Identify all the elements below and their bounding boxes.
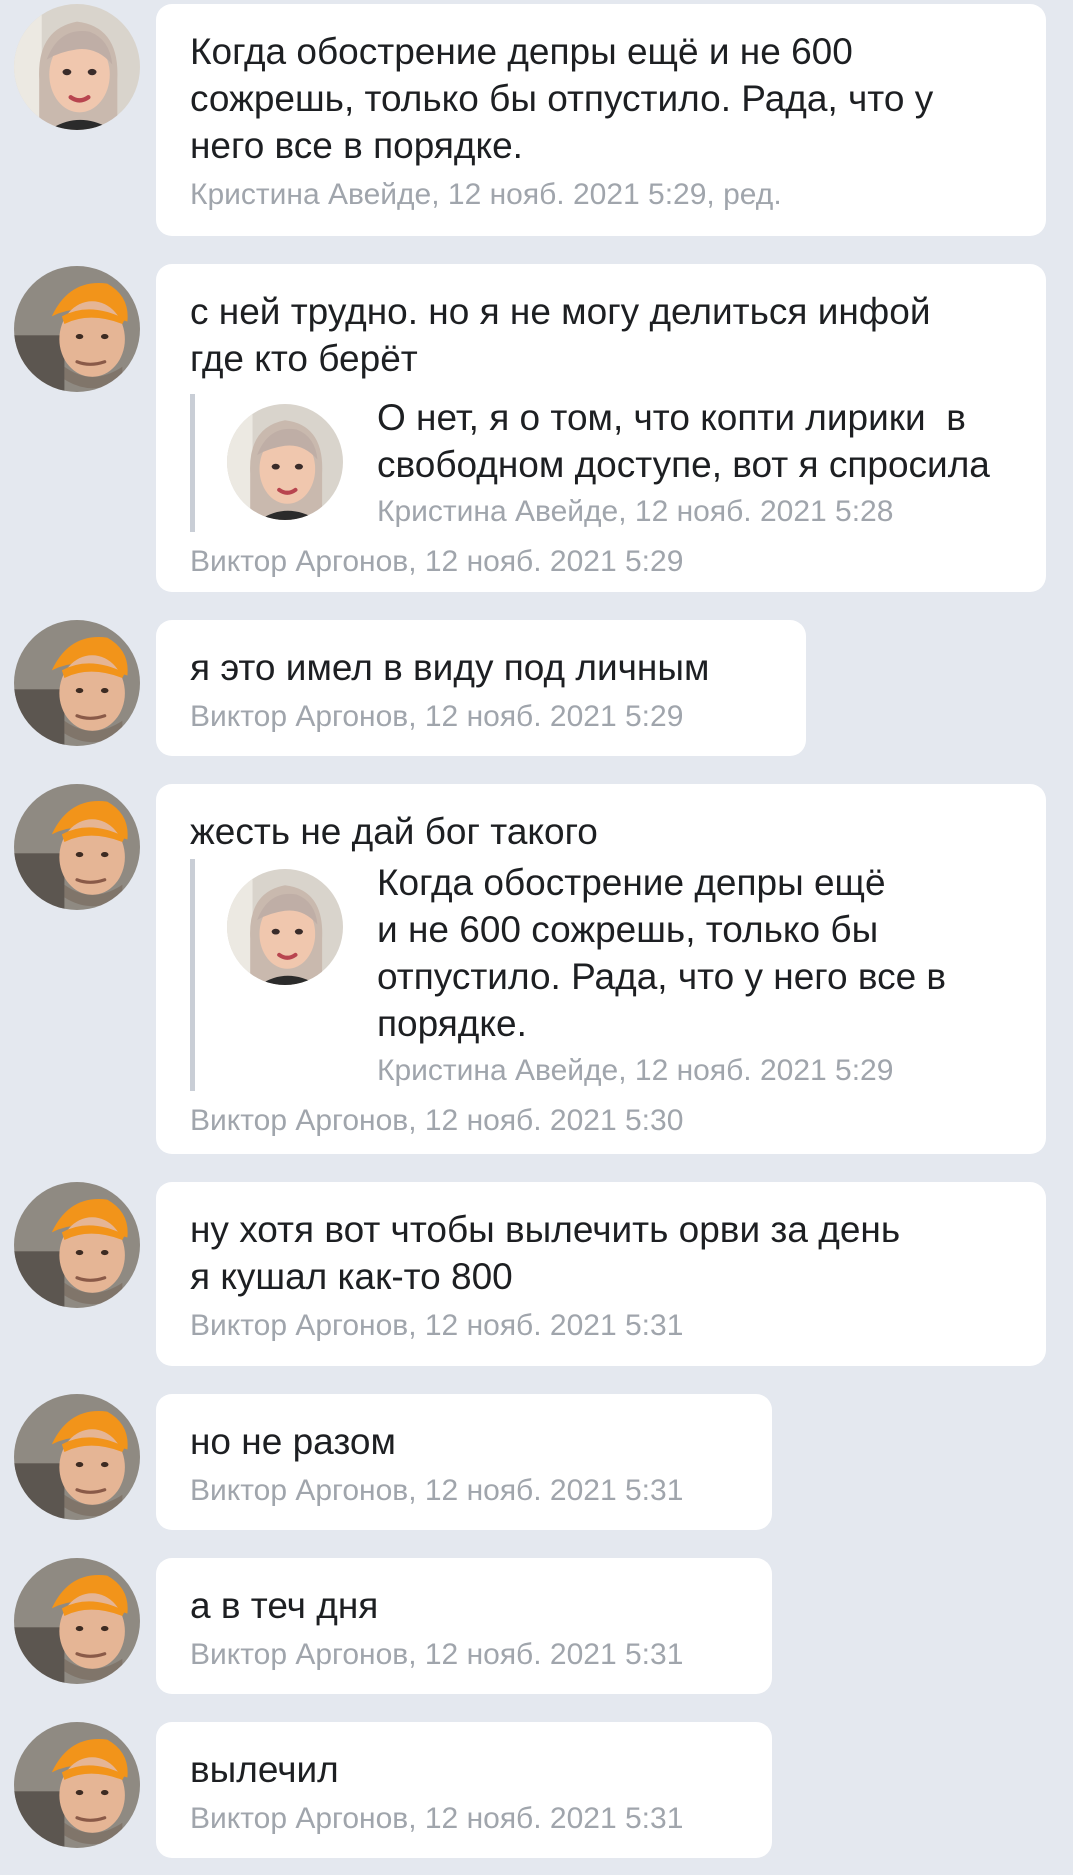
message-meta: Кристина Авейде, 12 нояб. 2021 5:29, ред… (190, 178, 782, 211)
male-avatar[interactable] (14, 266, 140, 392)
message-bubble: но не разом Виктор Аргонов, 12 нояб. 202… (156, 1394, 772, 1530)
chat-history: Когда обострение депры ещё и не 600 сожр… (0, 0, 1073, 1875)
message-meta: Виктор Аргонов, 12 нояб. 2021 5:31 (190, 1638, 684, 1671)
quoted-text: Когда обострение депры ещё и не 600 сожр… (377, 862, 947, 1044)
quoted-meta: Кристина Авейде, 12 нояб. 2021 5:29 (377, 1054, 894, 1087)
male-avatar[interactable] (14, 784, 140, 910)
female-avatar (227, 404, 343, 520)
male-avatar[interactable] (14, 1558, 140, 1684)
message-meta: Виктор Аргонов, 12 нояб. 2021 5:31 (190, 1309, 684, 1342)
quoted-meta: Кристина Авейде, 12 нояб. 2021 5:28 (377, 495, 894, 528)
message-bubble: вылечил Виктор Аргонов, 12 нояб. 2021 5:… (156, 1722, 772, 1858)
female-avatar (227, 869, 343, 985)
message-bubble: я это имел в виду под личным Виктор Арго… (156, 620, 806, 756)
message-text: Когда обострение депры ещё и не 600 сожр… (190, 31, 934, 166)
message-bubble: жесть не дай бог такого Когда обострение… (156, 784, 1046, 1154)
message-text: с ней трудно. но я не могу делиться инфо… (190, 291, 931, 379)
message-text: я это имел в виду под личным (190, 647, 710, 688)
quoted-text: О нет, я о том, что копти лирики в свобо… (377, 397, 990, 485)
quoted-message[interactable]: О нет, я о том, что копти лирики в свобо… (190, 394, 1012, 532)
message-meta: Виктор Аргонов, 12 нояб. 2021 5:31 (190, 1802, 684, 1835)
message-text: а в теч дня (190, 1585, 379, 1626)
message-text: но не разом (190, 1421, 396, 1462)
message-meta: Виктор Аргонов, 12 нояб. 2021 5:29 (190, 545, 684, 578)
message-meta: Виктор Аргонов, 12 нояб. 2021 5:30 (190, 1104, 684, 1137)
female-avatar[interactable] (14, 4, 140, 130)
message-meta: Виктор Аргонов, 12 нояб. 2021 5:31 (190, 1474, 684, 1507)
male-avatar[interactable] (14, 1722, 140, 1848)
message-text: ну хотя вот чтобы вылечить орви за день … (190, 1209, 901, 1297)
male-avatar[interactable] (14, 620, 140, 746)
message-bubble: с ней трудно. но я не могу делиться инфо… (156, 264, 1046, 592)
male-avatar[interactable] (14, 1182, 140, 1308)
message-bubble: а в теч дня Виктор Аргонов, 12 нояб. 202… (156, 1558, 772, 1694)
message-text: вылечил (190, 1749, 339, 1790)
quoted-message[interactable]: Когда обострение депры ещё и не 600 сожр… (190, 859, 1012, 1091)
message-text: жесть не дай бог такого (190, 811, 598, 852)
male-avatar[interactable] (14, 1394, 140, 1520)
message-bubble: ну хотя вот чтобы вылечить орви за день … (156, 1182, 1046, 1366)
message-bubble: Когда обострение депры ещё и не 600 сожр… (156, 4, 1046, 236)
message-meta: Виктор Аргонов, 12 нояб. 2021 5:29 (190, 700, 684, 733)
